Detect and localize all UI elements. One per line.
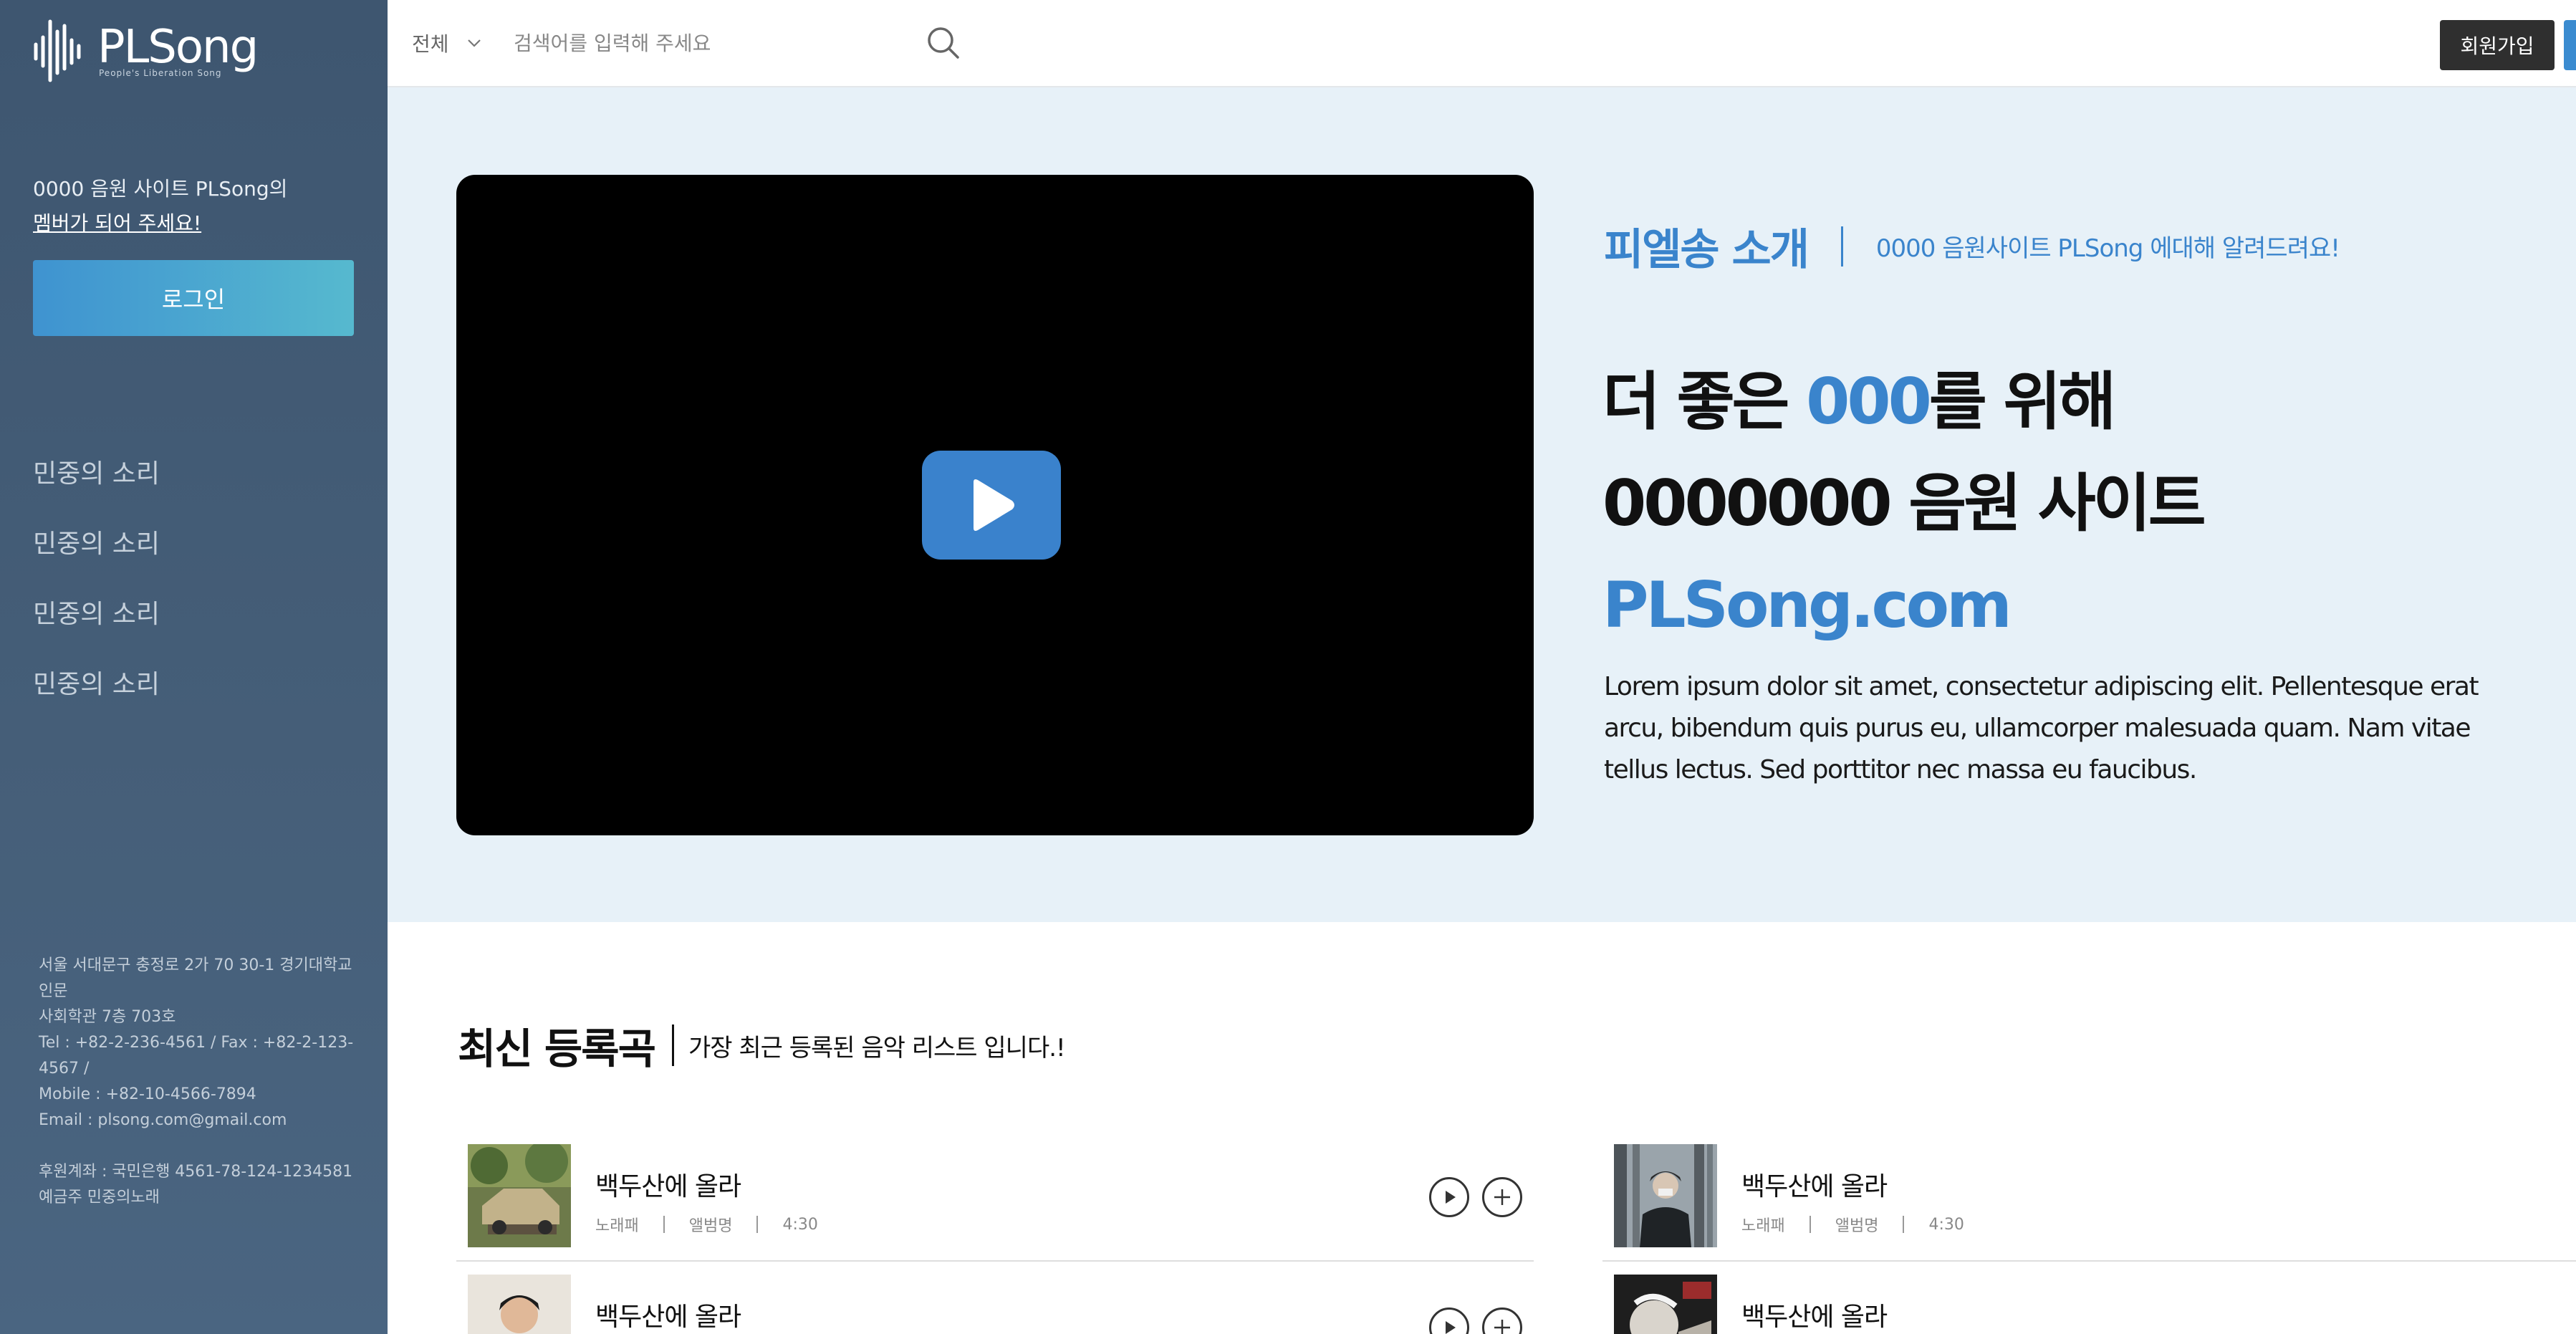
track-title[interactable]: 백두산에 올라 xyxy=(595,1296,741,1333)
footer-tel-fax: Tel : +82-2-236-4561 / Fax : +82-2-123-4… xyxy=(39,1034,354,1078)
album-thumbnail[interactable] xyxy=(468,1144,571,1247)
play-icon xyxy=(974,479,1014,531)
headline-post: 를 위해 xyxy=(1928,365,2117,438)
sidebar-item-3[interactable]: 민중의 소리 xyxy=(33,593,160,663)
footer-address-2: 사회학관 7층 703호 xyxy=(39,1008,176,1026)
footer-email: Email : plsong.com@gmail.com xyxy=(39,1111,287,1129)
track-duration: 4:30 xyxy=(782,1215,818,1234)
headline-line-2: 0000000 음원 사이트 xyxy=(1602,466,2206,540)
footer-account: 후원계좌 : 국민은행 4561-78-124-1234581 xyxy=(39,1163,353,1181)
header-accent-button[interactable] xyxy=(2564,20,2576,70)
category-value: 전체 xyxy=(412,32,449,56)
search-icon[interactable] xyxy=(923,23,963,63)
hero-headline: 더 좋은 000를 위해 0000000 음원 사이트 PLSong.com xyxy=(1602,351,2206,656)
sidebar-item-4[interactable]: 민중의 소리 xyxy=(33,663,160,734)
track-meta: 노래패 앨범명 4:30 xyxy=(1741,1213,1964,1236)
play-icon xyxy=(1446,1191,1456,1204)
track-meta: 노래패 앨범명 4:30 xyxy=(595,1213,818,1236)
sidebar: PLSong People's Liberation Song 0000 음원 … xyxy=(0,0,388,1334)
track-artist: 노래패 xyxy=(595,1217,639,1235)
latest-section: 최신 등록곡 가장 최근 등록된 음악 리스트 입니다.! 백두산에 올라 노래… xyxy=(388,922,2576,1334)
member-promo: 0000 음원 사이트 PLSong의 멤버가 되어 주세요! xyxy=(33,172,287,241)
sidebar-item-2[interactable]: 민중의 소리 xyxy=(33,523,160,593)
logo[interactable]: PLSong People's Liberation Song xyxy=(32,16,259,85)
track-row[interactable]: 백두산에 올라 xyxy=(1602,1263,2576,1334)
footer-address-1: 서울 서대문구 충정로 2가 70 30-1 경기대학교 인문 xyxy=(39,956,352,1000)
track-add-button[interactable] xyxy=(1482,1177,1522,1217)
video-play-button[interactable] xyxy=(922,451,1061,560)
track-title[interactable]: 백두산에 올라 xyxy=(1741,1296,1888,1333)
video-player[interactable] xyxy=(456,175,1534,835)
track-artist: 노래패 xyxy=(1741,1217,1785,1235)
latest-title: 최신 등록곡 xyxy=(458,1025,656,1073)
track-play-button[interactable] xyxy=(1429,1177,1469,1217)
intro-divider xyxy=(1840,226,1843,267)
track-duration: 4:30 xyxy=(1928,1215,1964,1234)
promo-line-1: 0000 음원 사이트 PLSong의 xyxy=(33,177,288,201)
signup-button[interactable]: 회원가입 xyxy=(2440,20,2555,70)
intro-title: 피엘송 소개 xyxy=(1604,225,1810,275)
plus-icon xyxy=(1494,1189,1510,1205)
album-thumbnail[interactable] xyxy=(468,1275,571,1334)
latest-subtitle: 가장 최근 등록된 음악 리스트 입니다.! xyxy=(688,1033,1066,1062)
track-row[interactable]: 백두산에 올라 노래패 앨범명 4:30 xyxy=(1602,1133,2576,1262)
track-title[interactable]: 백두산에 올라 xyxy=(595,1166,741,1203)
track-album: 앨범명 xyxy=(688,1217,733,1235)
album-thumbnail[interactable] xyxy=(1614,1275,1717,1334)
login-button[interactable]: 로그인 xyxy=(33,260,354,336)
track-album: 앨범명 xyxy=(1835,1217,1879,1235)
track-play-button[interactable] xyxy=(1429,1307,1469,1334)
track-row[interactable]: 백두산에 올라 xyxy=(456,1263,1534,1334)
footer-info: 서울 서대문구 충정로 2가 70 30-1 경기대학교 인문 사회학관 7층 … xyxy=(39,953,354,1211)
chevron-down-icon xyxy=(467,39,481,47)
logo-mark-icon xyxy=(34,19,81,82)
track-row[interactable]: 백두산에 올라 노래패 앨범명 4:30 xyxy=(456,1133,1534,1262)
plus-icon xyxy=(1494,1320,1510,1334)
headline-line-3: PLSong.com xyxy=(1602,568,2012,642)
headline-accent: 000 xyxy=(1806,365,1932,438)
footer-mobile: Mobile : +82-10-4566-7894 xyxy=(39,1085,256,1103)
category-select[interactable]: 전체 xyxy=(412,29,482,57)
brand-name: PLSong xyxy=(97,21,259,74)
footer-holder: 예금주 민중의노래 xyxy=(39,1189,160,1206)
promo-line-2[interactable]: 멤버가 되어 주세요! xyxy=(33,206,287,241)
intro-subtitle: 0000 음원사이트 PLSong 에대해 알려드려요! xyxy=(1875,234,2340,263)
sidebar-item-1[interactable]: 민중의 소리 xyxy=(33,453,160,523)
sidebar-nav: 민중의 소리 민중의 소리 민중의 소리 민중의 소리 xyxy=(33,453,160,734)
hero-description: Lorem ipsum dolor sit amet, consectetur … xyxy=(1604,672,2479,784)
headline-pre: 더 좋은 xyxy=(1602,365,1807,438)
intro-heading: 피엘송 소개 0000 음원사이트 PLSong 에대해 알려드려요! xyxy=(1604,215,2340,277)
latest-heading: 최신 등록곡 가장 최근 등록된 음악 리스트 입니다.! xyxy=(458,1015,1066,1075)
top-bar: 전체 회원가입 xyxy=(388,0,2576,87)
track-add-button[interactable] xyxy=(1482,1307,1522,1334)
play-icon xyxy=(1446,1321,1456,1334)
hero-section: 피엘송 소개 0000 음원사이트 PLSong 에대해 알려드려요! 더 좋은… xyxy=(388,87,2576,922)
album-thumbnail[interactable] xyxy=(1614,1144,1717,1247)
latest-divider xyxy=(672,1025,674,1066)
track-title[interactable]: 백두산에 올라 xyxy=(1741,1166,1888,1203)
search-input[interactable] xyxy=(514,21,915,64)
